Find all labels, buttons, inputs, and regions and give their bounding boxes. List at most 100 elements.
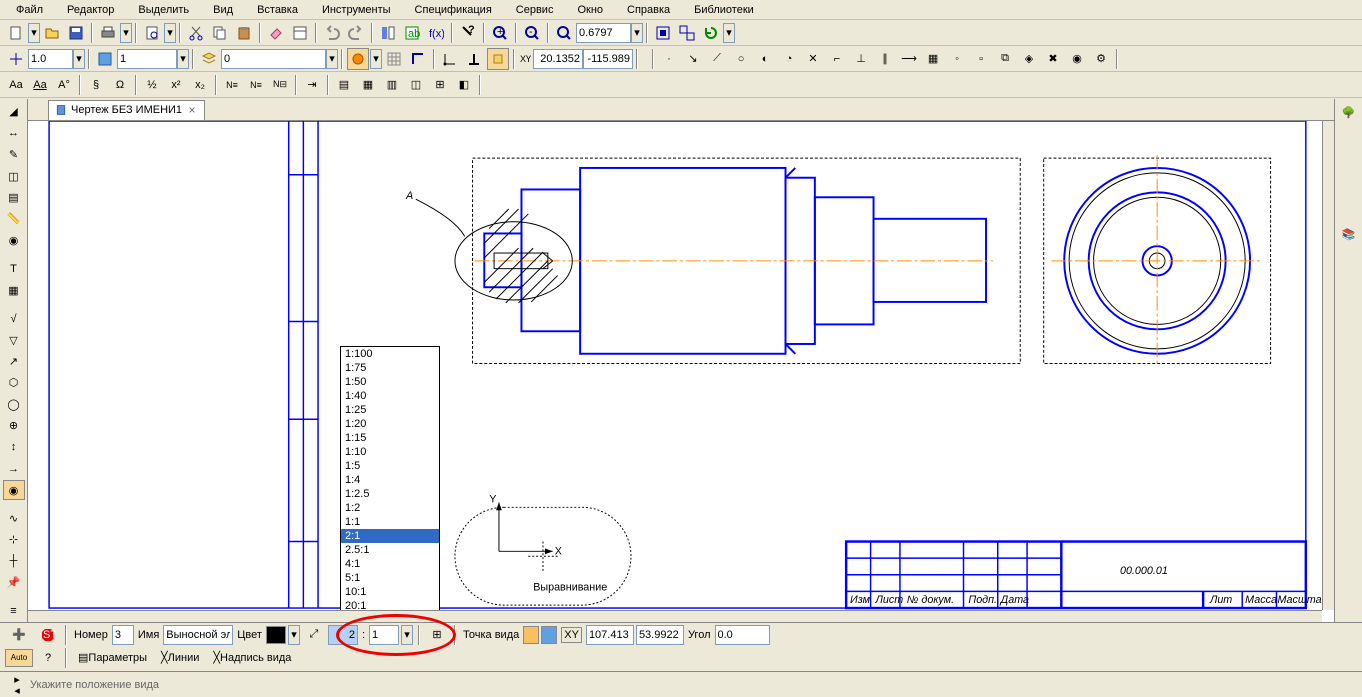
step-input[interactable] (28, 49, 73, 69)
centerline-icon[interactable]: ┼ (3, 552, 25, 571)
view-num-dropdown[interactable]: ▾ (177, 49, 189, 69)
snap-obj-icon[interactable]: ◉ (1066, 48, 1088, 70)
save-icon[interactable] (65, 22, 87, 44)
cut-icon[interactable] (185, 22, 207, 44)
table-icon[interactable]: ▦ (3, 280, 25, 299)
tbl2-icon[interactable]: ▦ (357, 74, 379, 96)
rpanel-lib-icon[interactable]: 📚 (1338, 223, 1360, 245)
variables-icon[interactable]: ab (401, 22, 423, 44)
tt1-icon[interactable]: Aa (5, 74, 27, 96)
nomer-input[interactable] (112, 625, 134, 645)
point-y-input[interactable] (636, 625, 684, 645)
apply-icon[interactable]: ➕ (8, 629, 30, 640)
drawing-canvas[interactable]: A (28, 121, 1322, 610)
xy-lock-icon[interactable]: ⊞ (426, 624, 448, 646)
snap-near-icon[interactable]: ↘ (682, 48, 704, 70)
snap-point-icon[interactable]: · (658, 48, 680, 70)
geo-icon[interactable]: ◢ (3, 102, 25, 121)
auto-icon[interactable]: Auto (5, 649, 33, 667)
zoom-out-icon[interactable]: - (521, 22, 543, 44)
tbl1-icon[interactable]: ▤ (333, 74, 355, 96)
snap-perp-icon[interactable]: ⊥ (850, 48, 872, 70)
arrow-icon[interactable]: → (3, 459, 25, 478)
edit-icon[interactable]: ◫ (3, 166, 25, 185)
snap-enable-icon[interactable] (487, 48, 509, 70)
scrollbar-vertical[interactable] (1322, 121, 1334, 610)
zoom-fit-icon[interactable] (652, 22, 674, 44)
snap-mid-icon[interactable]: ⟋ (706, 48, 728, 70)
snap-end-icon[interactable]: ⌐ (826, 48, 848, 70)
ortho-icon[interactable] (407, 48, 429, 70)
snap-x-icon[interactable]: ✖ (1042, 48, 1064, 70)
menu-help[interactable]: Справка (615, 2, 682, 18)
scale-dropdown[interactable]: ▾ (401, 625, 413, 645)
zoom-in-icon[interactable]: + (489, 22, 511, 44)
leader-icon[interactable]: ↗ (3, 352, 25, 371)
pt2-swatch[interactable] (541, 626, 557, 644)
menu-window[interactable]: Окно (565, 2, 615, 18)
scale-dropdown-list[interactable]: 1:100 1:75 1:50 1:40 1:25 1:20 1:15 1:10… (340, 346, 440, 610)
layer-icon[interactable] (198, 48, 220, 70)
autoaxis-icon[interactable]: ⊹ (3, 530, 25, 549)
snap-ext-icon[interactable]: ⟶ (898, 48, 920, 70)
refresh-dropdown[interactable]: ▾ (723, 23, 735, 43)
sel-icon[interactable]: ◉ (3, 231, 25, 250)
toggle1-dropdown[interactable]: ▾ (370, 49, 382, 69)
text-icon[interactable]: T (3, 259, 25, 278)
perp-icon[interactable] (463, 48, 485, 70)
pos-icon[interactable]: ◯ (3, 395, 25, 414)
param-icon[interactable]: ▤ (3, 188, 25, 207)
anno-icon[interactable]: ✎ (3, 145, 25, 164)
undo-icon[interactable] (321, 22, 343, 44)
layer-input[interactable] (221, 49, 326, 69)
zoom-dropdown[interactable]: ▾ (631, 23, 643, 43)
fx-icon[interactable]: f(x) (425, 22, 447, 44)
sub-icon[interactable]: x₂ (189, 74, 211, 96)
tol-icon[interactable]: ⊕ (3, 416, 25, 435)
frac-icon[interactable]: ½ (141, 74, 163, 96)
snap-ins-icon[interactable]: ▫ (970, 48, 992, 70)
snap-tan-icon[interactable]: ◐ (754, 48, 776, 70)
menu-insert[interactable]: Вставка (245, 2, 310, 18)
new-dropdown[interactable]: ▾ (28, 23, 40, 43)
toggle1-icon[interactable] (347, 48, 369, 70)
zoom-value-icon[interactable] (553, 22, 575, 44)
new-icon[interactable] (5, 22, 27, 44)
tbl4-icon[interactable]: ◫ (405, 74, 427, 96)
color-dropdown[interactable]: ▾ (288, 625, 300, 645)
grid-icon[interactable] (383, 48, 405, 70)
menu-spec[interactable]: Спецификация (403, 2, 504, 18)
sb-icon2[interactable]: ◂ (7, 685, 27, 695)
menu-view[interactable]: Вид (201, 2, 245, 18)
scrollbar-horizontal[interactable] (28, 610, 1322, 622)
menu-file[interactable]: Файл (4, 2, 55, 18)
preview-icon[interactable] (141, 22, 163, 44)
snap-app-icon[interactable]: ◈ (1018, 48, 1040, 70)
pt1-swatch[interactable] (523, 626, 539, 644)
view-num-input[interactable] (117, 49, 177, 69)
scale-icon[interactable]: ⤢ (303, 624, 325, 646)
tt2-icon[interactable]: Aa (29, 74, 51, 96)
step-dropdown[interactable]: ▾ (73, 49, 85, 69)
n2-icon[interactable]: N≡ (245, 74, 267, 96)
rough-icon[interactable]: √ (3, 309, 25, 328)
help2-icon[interactable]: ? (37, 647, 59, 669)
cut-line-icon[interactable]: ↕ (3, 438, 25, 457)
mark-icon[interactable]: ⬡ (3, 373, 25, 392)
scale-option-selected[interactable]: 2:1 (341, 529, 439, 543)
stop-icon[interactable]: STOP (37, 624, 59, 646)
copy-icon[interactable] (209, 22, 231, 44)
tbl6-icon[interactable]: ◧ (453, 74, 475, 96)
tab-icon[interactable]: ⇥ (301, 74, 323, 96)
dim-icon[interactable]: ↔ (3, 123, 25, 142)
menu-tools[interactable]: Инструменты (310, 2, 403, 18)
coord-icon[interactable] (439, 48, 461, 70)
snap-center-icon[interactable]: ○ (730, 48, 752, 70)
menu-editor[interactable]: Редактор (55, 2, 126, 18)
snap-int-icon[interactable]: ✕ (802, 48, 824, 70)
tbl5-icon[interactable]: ⊞ (429, 74, 451, 96)
rpanel-tree-icon[interactable]: 🌳 (1338, 101, 1360, 123)
tab-lines[interactable]: ╳ Линии (156, 647, 204, 669)
eraser-icon[interactable] (265, 22, 287, 44)
snap-cfg-icon[interactable]: ⚙ (1090, 48, 1112, 70)
